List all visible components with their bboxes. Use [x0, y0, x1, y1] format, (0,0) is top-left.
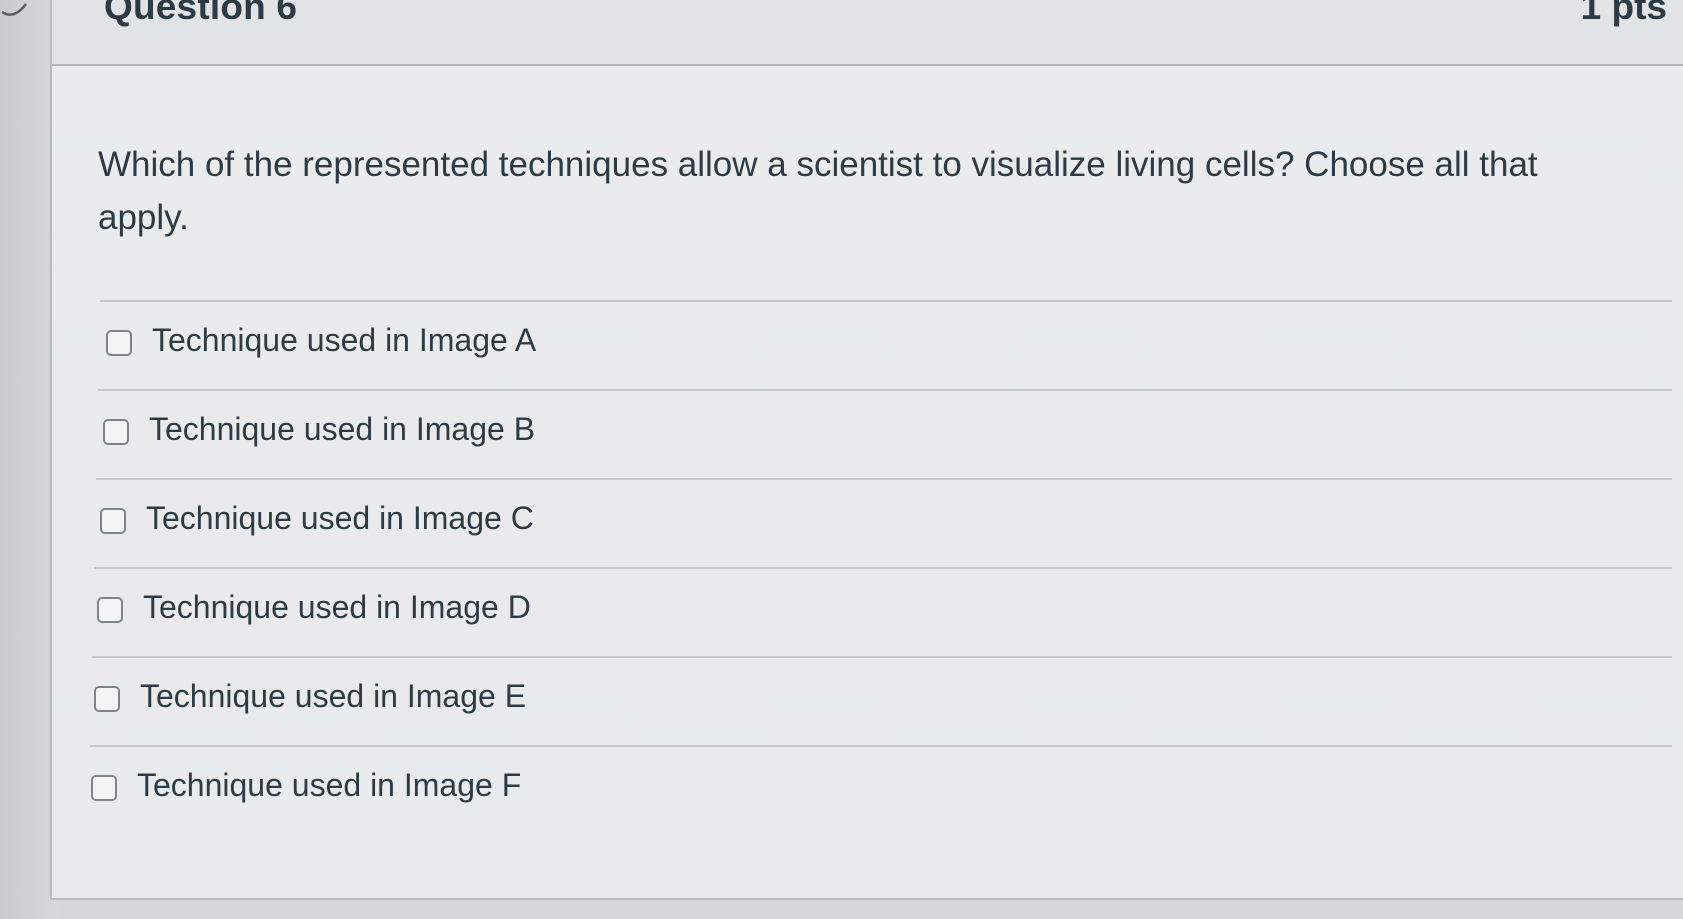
checkbox[interactable] — [100, 508, 126, 534]
answer-option-c[interactable]: Technique used in Image C — [96, 478, 1672, 567]
checkbox[interactable] — [91, 775, 117, 801]
checkbox[interactable] — [97, 597, 123, 623]
answer-label[interactable]: Technique used in Image B — [149, 409, 535, 449]
question-card: Question 6 1 pts Which of the represente… — [50, 0, 1683, 900]
question-title: Question 6 — [104, 0, 298, 27]
answer-option-b[interactable]: Technique used in Image B — [98, 389, 1672, 478]
answer-option-f[interactable]: Technique used in Image F — [90, 745, 1672, 834]
answer-option-e[interactable]: Technique used in Image E — [92, 656, 1672, 745]
question-points: 1 pts — [1580, 0, 1667, 27]
answer-option-d[interactable]: Technique used in Image D — [94, 567, 1672, 656]
answer-list: Technique used in Image A Technique used… — [90, 300, 1672, 834]
answer-option-a[interactable]: Technique used in Image A — [100, 300, 1672, 389]
chevron-icon[interactable] — [0, 0, 30, 20]
answer-label[interactable]: Technique used in Image F — [137, 765, 521, 805]
question-text: Which of the represented techniques allo… — [98, 145, 1538, 237]
answer-label[interactable]: Technique used in Image D — [143, 587, 531, 627]
answer-label[interactable]: Technique used in Image E — [140, 676, 526, 716]
checkbox[interactable] — [103, 419, 129, 445]
checkbox[interactable] — [94, 686, 120, 712]
answer-label[interactable]: Technique used in Image A — [152, 320, 536, 360]
checkbox[interactable] — [106, 330, 132, 356]
question-header: Question 6 1 pts — [52, 0, 1683, 66]
answer-label[interactable]: Technique used in Image C — [146, 498, 534, 538]
